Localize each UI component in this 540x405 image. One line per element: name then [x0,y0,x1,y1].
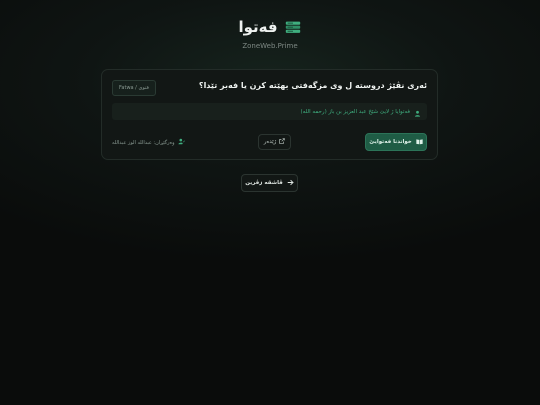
external-link-icon [279,138,286,146]
book-open-icon [416,138,423,147]
title-row: فەتوا [0,18,540,36]
fatwa-source-text: فەتوایا ژ لایێ شێخ عبد العزیز بن باز (رح… [300,108,410,115]
fatwa-info-bar: فەتوایا ژ لایێ شێخ عبد العزیز بن باز (رح… [112,103,427,120]
read-fatwa-label: خواندنا فەتوایێ [369,139,412,145]
translator-text: وەرگێڕان: عبدالله الوز عبدالله [112,139,175,146]
page-title: فەتوا [238,18,278,36]
read-fatwa-button[interactable]: خواندنا فەتوایێ [365,133,427,151]
books-stack-icon [284,18,302,36]
back-button[interactable]: ڤاشقە زڤرین [241,174,298,192]
fatwa-question: ئەری نڤێژ دروستە ل وی مزگەفتی بهێتە کرن … [198,81,427,90]
source-label: ژێدەر [263,139,277,145]
fatwa-card: Fatwa / فتوى ئەری نڤێژ دروستە ل وی مزگەف… [101,69,438,160]
category-badge: Fatwa / فتوى [112,80,156,96]
user-edit-icon [177,138,185,147]
source-button[interactable]: ژێدەر [258,134,291,150]
user-icon [414,102,421,121]
page-subtitle: ZoneWeb.Prime [242,42,298,50]
translator-credit: وەرگێڕان: عبدالله الوز عبدالله [112,138,185,147]
arrow-right-icon [287,179,294,188]
page-header: فەتوا ZoneWeb.Prime [0,18,540,50]
back-label: ڤاشقە زڤرین [245,180,283,186]
